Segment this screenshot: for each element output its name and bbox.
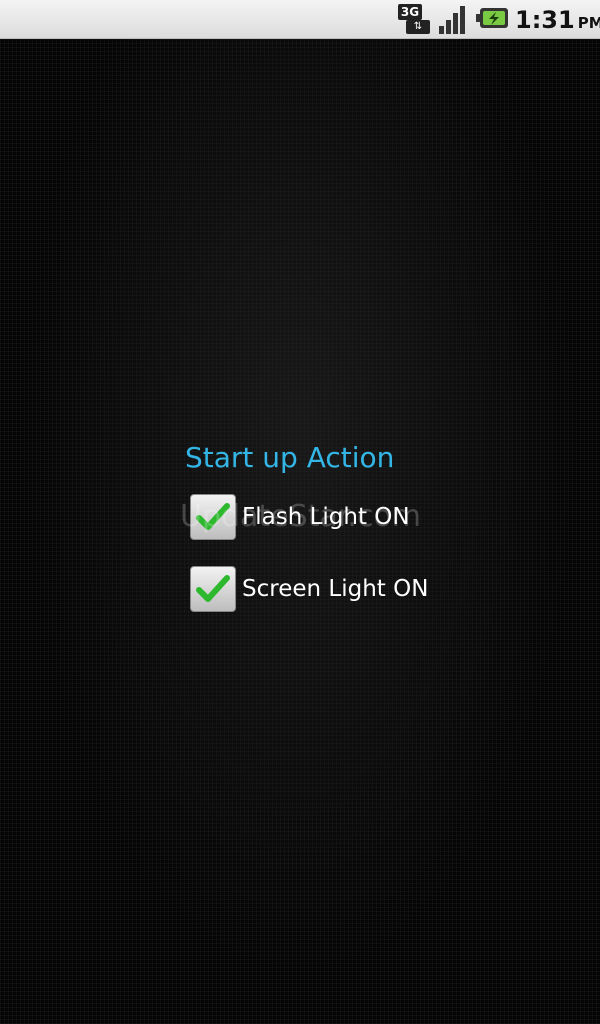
data-arrows-icon: ⇅ — [406, 20, 430, 34]
signal-icon — [439, 6, 465, 34]
flash-light-label: Flash Light ON — [242, 504, 410, 530]
check-icon — [196, 575, 230, 602]
flash-light-checkbox[interactable] — [190, 494, 236, 540]
option-flash-light[interactable]: Flash Light ON — [190, 494, 510, 542]
check-icon — [196, 503, 230, 530]
dialog-title: Start up Action — [185, 441, 395, 474]
3g-data-icon: 3G ⇅ — [398, 4, 430, 34]
clock-time: 1:31 — [515, 6, 575, 34]
battery-charging-icon — [476, 8, 508, 28]
screen-light-label: Screen Light ON — [242, 576, 429, 602]
clock-ampm: PM — [577, 14, 600, 32]
option-screen-light[interactable]: Screen Light ON — [190, 566, 510, 614]
status-bar: 3G ⇅ 1:31 PM — [0, 0, 600, 39]
network-label: 3G — [398, 4, 422, 20]
screen-light-checkbox[interactable] — [190, 566, 236, 612]
clock: 1:31 PM — [515, 4, 600, 36]
app-screen: 3G ⇅ 1:31 PM Start up Action Flash Light … — [0, 0, 600, 1024]
